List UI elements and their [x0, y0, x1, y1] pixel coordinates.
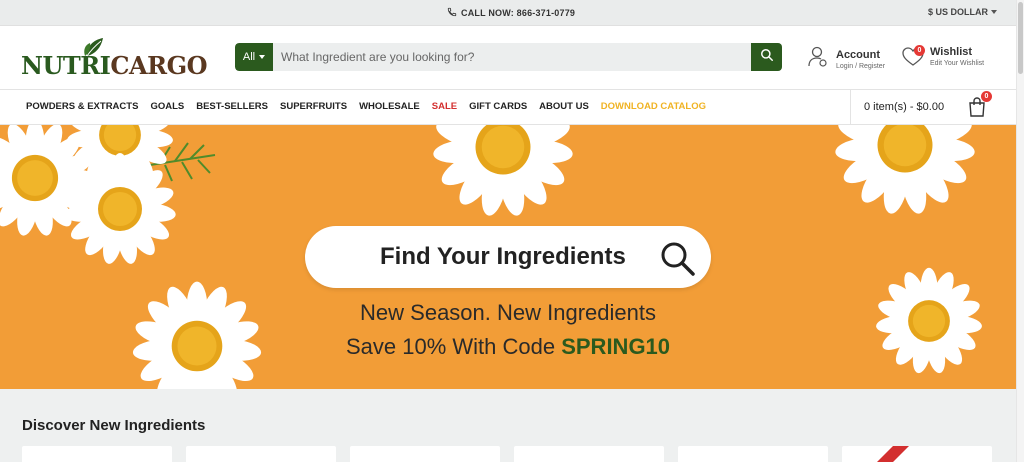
product-card[interactable]	[22, 446, 172, 462]
search-category-dropdown[interactable]: All	[235, 43, 273, 71]
nav-divider	[850, 90, 851, 124]
discover-section: Discover New Ingredients	[0, 389, 1016, 462]
logo-text-cargo: CARGO	[110, 51, 207, 80]
shopping-bag-icon: 0	[968, 91, 992, 117]
chevron-down-icon	[259, 55, 266, 59]
nav-item-download-catalog[interactable]: DOWNLOAD CATALOG	[601, 101, 706, 112]
logo-leaf-icon	[83, 35, 107, 64]
search-category-label: All	[242, 51, 256, 63]
wishlist-title: Wishlist	[930, 46, 973, 58]
nav-item-gift-cards[interactable]: GIFT CARDS	[469, 101, 527, 112]
wishlist-subtitle: Edit Your Wishlist	[930, 60, 985, 67]
top-bar: CALL NOW: 866-371-0779 $ US DOLLAR	[0, 0, 1016, 26]
product-card[interactable]	[678, 446, 828, 462]
page-scrollbar[interactable]	[1016, 0, 1024, 462]
hero-headline: New Season. New Ingredients	[360, 300, 656, 325]
cart-button[interactable]: 0	[968, 91, 992, 122]
hero-promo: Save 10% With Code SPRING10	[0, 334, 1016, 360]
call-now[interactable]: CALL NOW: 866-371-0779	[447, 7, 575, 19]
scrollbar-thumb[interactable]	[1018, 2, 1023, 74]
wishlist-count-badge: 0	[914, 44, 925, 56]
nav-item-goals[interactable]: GOALS	[150, 101, 184, 112]
search-icon	[659, 240, 697, 283]
nav-item-sale[interactable]: SALE	[432, 101, 457, 112]
product-card[interactable]	[350, 446, 500, 462]
currency-label: $ US DOLLAR	[928, 7, 989, 17]
account-link[interactable]: Account Login / Register	[808, 46, 885, 73]
wishlist-link[interactable]: 0 Wishlist Edit Your Wishlist	[902, 44, 985, 67]
call-now-label: CALL NOW: 866-371-0779	[461, 8, 576, 18]
hero-banner[interactable]: Find Your Ingredients New Season. New In…	[0, 125, 1016, 389]
nav-item-best-sellers[interactable]: BEST-SELLERS	[196, 101, 268, 112]
nav-item-powders-extracts[interactable]: POWDERS & EXTRACTS	[26, 101, 138, 112]
search-input[interactable]	[281, 43, 741, 71]
phone-icon	[447, 7, 457, 19]
user-icon	[808, 46, 828, 73]
search-icon	[760, 48, 774, 67]
nav-item-superfruits[interactable]: SUPERFRUITS	[280, 101, 347, 112]
product-ribbon	[859, 446, 909, 462]
nav-item-wholesale[interactable]: WHOLESALE	[359, 101, 420, 112]
main-nav: POWDERS & EXTRACTS GOALS BEST-SELLERS SU…	[0, 89, 1016, 125]
product-card[interactable]	[186, 446, 336, 462]
chevron-down-icon	[991, 10, 998, 14]
cart-count-badge: 0	[981, 91, 992, 102]
account-subtitle: Login / Register	[836, 63, 886, 70]
page: CALL NOW: 866-371-0779 $ US DOLLAR NUTRI…	[0, 0, 1024, 462]
hero-promo-text: Save 10% With Code	[345, 334, 562, 359]
find-ingredients-button[interactable]: Find Your Ingredients	[305, 226, 711, 288]
section-title: Discover New Ingredients	[22, 417, 206, 434]
product-card[interactable]	[514, 446, 664, 462]
header: NUTRICARGO All Account Login / Register	[0, 26, 1016, 89]
cart-summary[interactable]: 0 item(s) - $0.00	[864, 101, 944, 113]
search-bar: All	[235, 43, 782, 71]
promo-code: SPRING10	[561, 334, 671, 359]
find-ingredients-label: Find Your Ingredients	[380, 243, 626, 270]
nav-menu: POWDERS & EXTRACTS GOALS BEST-SELLERS SU…	[26, 101, 718, 112]
account-title: Account	[836, 49, 880, 61]
currency-selector[interactable]: $ US DOLLAR	[928, 7, 998, 17]
product-card-row	[22, 446, 992, 462]
logo[interactable]: NUTRICARGO	[21, 38, 207, 80]
search-button[interactable]	[751, 43, 782, 71]
nav-item-about-us[interactable]: ABOUT US	[539, 101, 589, 112]
heart-icon: 0	[902, 44, 925, 67]
